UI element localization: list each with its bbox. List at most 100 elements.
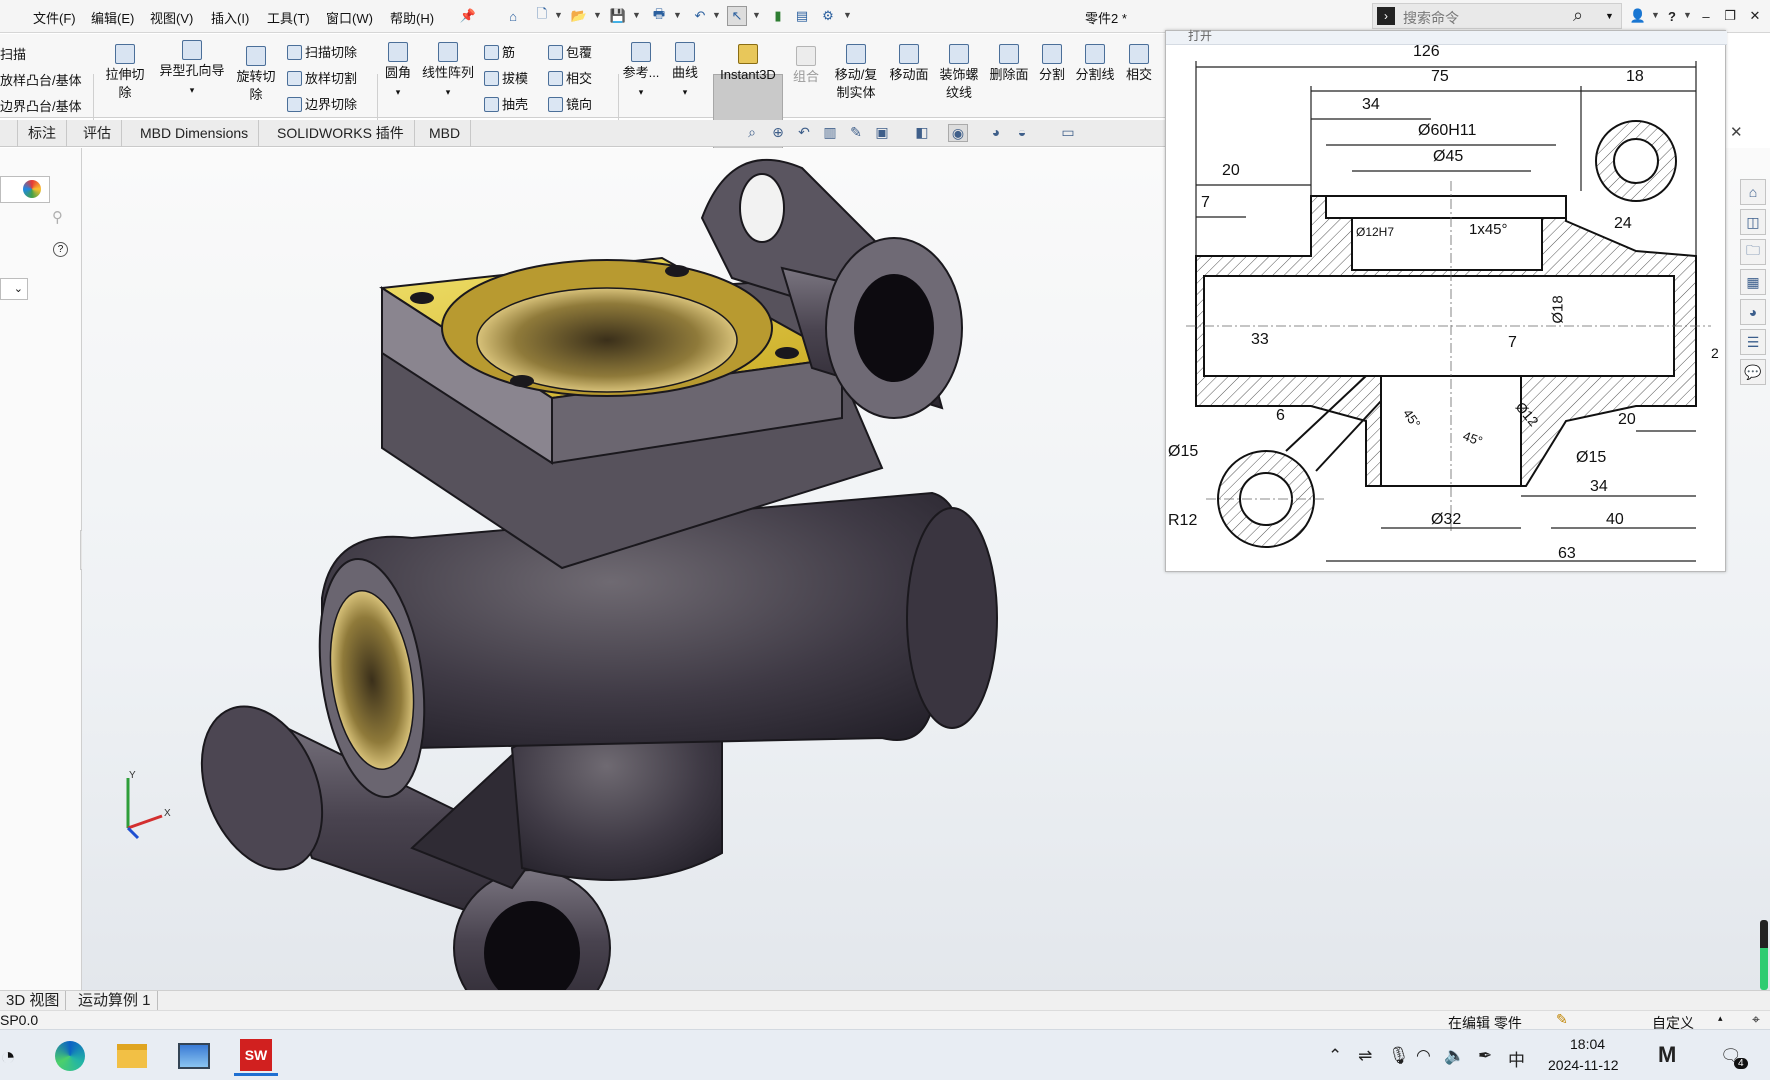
- zoom-area-icon[interactable]: ⊕: [768, 124, 788, 142]
- swept-cut-button[interactable]: 扫描切除: [287, 42, 357, 61]
- reference-drawing-window[interactable]: 打开 126 75 18 34 Ø60H11 Ø45 20 7 Ø12H7 1x…: [1165, 29, 1727, 572]
- file-explorer-icon[interactable]: [110, 1036, 154, 1076]
- close-icon[interactable]: ✕: [1745, 6, 1765, 26]
- menu-view[interactable]: 视图(V): [150, 8, 193, 27]
- appearances-icon[interactable]: ◕: [1740, 299, 1766, 325]
- chevron-down-icon[interactable]: ▾: [639, 87, 644, 97]
- hole-wizard-button[interactable]: 异型孔向导 ▾: [154, 40, 230, 99]
- tab-evaluate[interactable]: 评估: [73, 120, 122, 147]
- new-document-icon[interactable]: 🗋: [532, 6, 552, 26]
- chevron-down-icon[interactable]: ▼: [843, 10, 852, 20]
- draft-button[interactable]: 拔模: [484, 68, 528, 87]
- undo-icon[interactable]: ↶: [690, 6, 710, 26]
- chevron-down-icon[interactable]: ▼: [554, 10, 563, 20]
- chevron-down-icon[interactable]: ▼: [593, 10, 602, 20]
- curves-button[interactable]: 曲线 ▾: [667, 42, 703, 101]
- chevron-down-icon[interactable]: ▾: [446, 87, 451, 97]
- chevron-up-icon[interactable]: ▴: [1718, 1013, 1723, 1024]
- tab-solidworks-addins[interactable]: SOLIDWORKS 插件: [267, 120, 415, 147]
- instant3d-label-wrap[interactable]: Instant3D: [713, 44, 783, 84]
- combine-button[interactable]: 组合: [788, 46, 824, 86]
- gear-icon[interactable]: ⚙: [818, 6, 838, 26]
- tab-3d-view[interactable]: 3D 视图: [0, 991, 67, 1011]
- open-folder-icon[interactable]: 📂: [569, 6, 589, 26]
- mirror-button[interactable]: 镜向: [548, 94, 592, 113]
- hide-show-items-icon[interactable]: ◉: [948, 124, 968, 142]
- search-box[interactable]: › 搜索命令 ⌕ ▼: [1372, 3, 1622, 29]
- section-view-icon[interactable]: ▥: [820, 124, 840, 142]
- move-copy-body-button[interactable]: 移动/复 制实体: [830, 44, 882, 102]
- wifi-icon[interactable]: ◠: [1416, 1046, 1431, 1066]
- filter-icon[interactable]: ⚲: [52, 208, 63, 226]
- intersect-small-button[interactable]: 相交: [548, 68, 592, 87]
- home-icon[interactable]: ⌂: [1740, 179, 1766, 205]
- file-explorer-icon[interactable]: 🗀: [1740, 239, 1766, 265]
- menu-window[interactable]: 窗口(W): [326, 8, 373, 27]
- tab-markup[interactable]: 标注: [18, 120, 67, 147]
- tab-mbd-dimensions[interactable]: MBD Dimensions: [130, 120, 260, 147]
- chevron-down-icon[interactable]: ▼: [1651, 10, 1660, 20]
- pin-icon[interactable]: 📌: [458, 6, 478, 26]
- traffic-light-icon[interactable]: ▮: [768, 6, 788, 26]
- move-face-button[interactable]: 移动面: [886, 44, 932, 84]
- chevron-down-icon[interactable]: ▼: [752, 10, 761, 20]
- save-icon[interactable]: 💾: [608, 6, 628, 26]
- dropdown-select[interactable]: ⌄: [0, 278, 28, 300]
- settings-sliders-icon[interactable]: ⇌: [1358, 1046, 1372, 1066]
- view-palette-icon[interactable]: ▦: [1740, 269, 1766, 295]
- lofted-cut-button[interactable]: 放样切割: [287, 68, 357, 87]
- display-style-icon[interactable]: ◧: [912, 124, 932, 142]
- help-circle-icon[interactable]: ?: [53, 242, 68, 257]
- chevron-up-icon[interactable]: ⌃: [1328, 1046, 1342, 1066]
- chevron-down-icon[interactable]: ▼: [1605, 11, 1614, 21]
- zoom-to-fit-icon[interactable]: ⌕: [742, 124, 762, 142]
- solidworks-app-icon[interactable]: SW: [234, 1036, 278, 1076]
- restore-icon[interactable]: ❐: [1720, 6, 1740, 26]
- chevron-down-icon[interactable]: ▾: [396, 87, 401, 97]
- menu-edit[interactable]: 编辑(E): [91, 8, 134, 27]
- reference-geometry-button[interactable]: 参考... ▾: [620, 42, 662, 101]
- split-line-button[interactable]: 分割线: [1072, 44, 1118, 84]
- tab-motion-study[interactable]: 运动算例 1: [72, 991, 158, 1011]
- extruded-cut-button[interactable]: 拉伸切 除: [100, 44, 150, 102]
- shell-button[interactable]: 抽壳: [484, 94, 528, 113]
- print-icon[interactable]: 🖶: [649, 6, 669, 26]
- split-button[interactable]: 分割: [1036, 44, 1068, 84]
- ime-indicator[interactable]: 中: [1508, 1046, 1525, 1071]
- search-input[interactable]: 搜索命令: [1403, 8, 1459, 28]
- view-settings-icon[interactable]: ▭: [1058, 124, 1078, 142]
- scroll-indicator[interactable]: [1760, 920, 1768, 990]
- chevron-down-icon[interactable]: ▼: [673, 10, 682, 20]
- close-icon[interactable]: ✕: [1730, 123, 1743, 141]
- wrap-button[interactable]: 包覆: [548, 42, 592, 61]
- clock-date[interactable]: 2024-11-12: [1548, 1057, 1619, 1073]
- tag-icon[interactable]: ⌖: [1752, 1011, 1760, 1028]
- file-properties-icon[interactable]: ▤: [792, 6, 812, 26]
- app-icon[interactable]: ◔: [0, 1036, 30, 1076]
- loft-boss-button[interactable]: 放样凸台/基体: [0, 70, 82, 89]
- pen-icon[interactable]: ✒: [1478, 1046, 1492, 1066]
- design-library-icon[interactable]: ◫: [1740, 209, 1766, 235]
- select-cursor-icon[interactable]: ↖: [727, 6, 747, 26]
- view-orientation-icon[interactable]: ▣: [872, 124, 892, 142]
- delete-face-button[interactable]: 删除面: [986, 44, 1032, 84]
- user-icon[interactable]: 👤: [1628, 6, 1648, 26]
- photos-app-icon[interactable]: [172, 1036, 216, 1076]
- menu-file[interactable]: 文件(F): [33, 8, 76, 27]
- tab-features-partial[interactable]: [0, 120, 18, 147]
- help-icon[interactable]: ?: [1662, 6, 1682, 26]
- forum-icon[interactable]: 💬: [1740, 359, 1766, 385]
- chevron-down-icon[interactable]: ▼: [1683, 10, 1692, 20]
- rebuild-icon[interactable]: ✎: [1556, 1011, 1568, 1028]
- edit-appearance-icon[interactable]: ◕: [986, 124, 1006, 142]
- intersect-button[interactable]: 相交: [1122, 44, 1156, 84]
- volume-icon[interactable]: 🔈: [1444, 1046, 1465, 1066]
- chevron-down-icon[interactable]: ▾: [683, 87, 688, 97]
- cosmetic-thread-button[interactable]: 装饰螺 纹线: [936, 44, 982, 102]
- menu-help[interactable]: 帮助(H): [390, 8, 434, 27]
- brand-logo-icon[interactable]: M: [1658, 1042, 1676, 1068]
- dynamic-annotation-icon[interactable]: ✎: [846, 124, 866, 142]
- clock-time[interactable]: 18:04: [1570, 1036, 1605, 1052]
- minimize-icon[interactable]: –: [1696, 6, 1716, 26]
- fillet-button[interactable]: 圆角 ▾: [380, 42, 416, 101]
